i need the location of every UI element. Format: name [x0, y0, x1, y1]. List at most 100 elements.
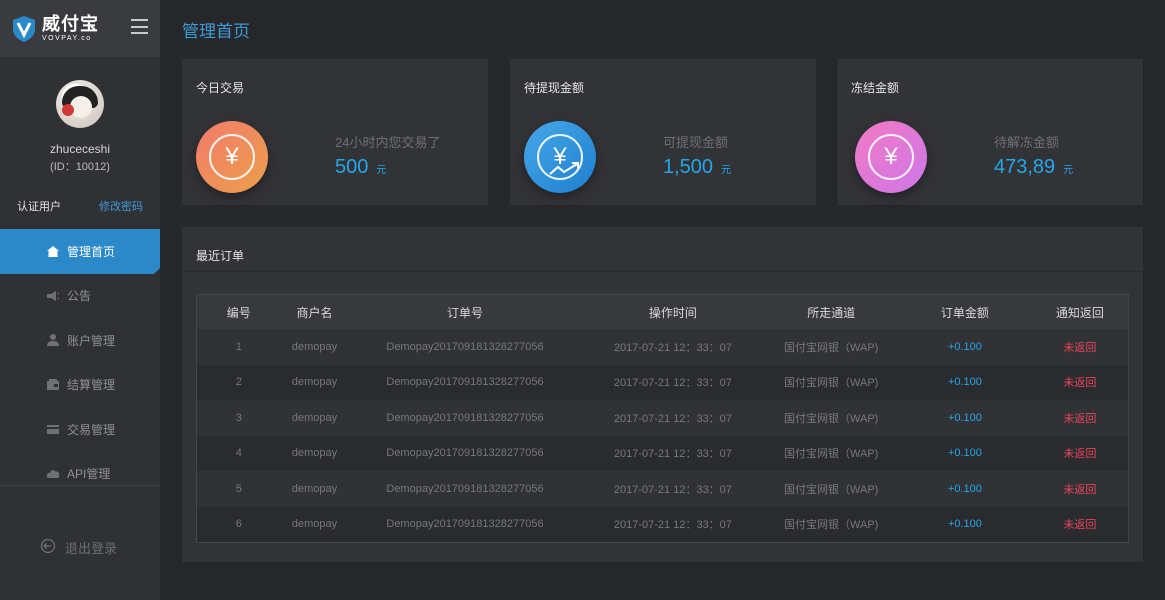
yen-icon: ¥ — [196, 121, 268, 193]
cell-time: 2017-07-21 12：33：07 — [581, 435, 765, 471]
frozen-amount-card: 冻结金额 ¥ 待解冻金额 473,89 元 — [837, 59, 1143, 205]
table-row[interactable]: 5 demopay Demopay201709181328277056 2017… — [197, 471, 1128, 507]
recent-orders-panel: 最近订单 编号 商户名 订单号 操作时间 所走通道 订单金额 通知返回 1 de… — [182, 227, 1143, 562]
card-title: 冻结金额 — [851, 81, 900, 95]
cell-order-id: Demopay201709181328277056 — [348, 364, 582, 400]
col-header: 订单号 — [348, 295, 582, 329]
cell-channel: 国付宝网银（WAP) — [764, 364, 899, 400]
col-header: 操作时间 — [581, 295, 765, 329]
card-amount: 500 — [335, 156, 369, 178]
cell-time: 2017-07-21 12：33：07 — [581, 364, 765, 400]
today-transactions-card: 今日交易 ¥ 24小时内您交易了 500 元 — [182, 59, 488, 205]
orders-table: 编号 商户名 订单号 操作时间 所走通道 订单金额 通知返回 1 demopay… — [196, 294, 1129, 543]
sidebar-item-label: 交易管理 — [67, 422, 116, 437]
cell-amount: +0.100 — [898, 400, 1032, 436]
user-id: (ID：10012) — [50, 161, 110, 173]
cell-merchant: demopay — [280, 435, 349, 471]
megaphone-icon — [46, 289, 60, 303]
sidebar-divider — [0, 485, 160, 486]
sidebar-nav: 管理首页 公告 账户管理 结算管理 交易管理 API管理 — [0, 229, 160, 496]
page-title: 管理首页 — [182, 22, 250, 41]
sidebar-item-home[interactable]: 管理首页 — [0, 229, 160, 274]
table-row[interactable]: 3 demopay Demopay201709181328277056 2017… — [197, 400, 1128, 436]
table-row[interactable]: 2 demopay Demopay201709181328277056 2017… — [197, 364, 1128, 400]
col-header: 订单金额 — [898, 295, 1032, 329]
cell-order-id: Demopay201709181328277056 — [348, 471, 582, 507]
card-unit: 元 — [1063, 165, 1074, 176]
cell-no: 4 — [197, 435, 281, 471]
table-header-row: 编号 商户名 订单号 操作时间 所走通道 订单金额 通知返回 — [197, 295, 1128, 329]
card-title: 待提现金额 — [524, 81, 585, 95]
menu-toggle-icon[interactable] — [131, 19, 148, 34]
cell-no: 5 — [197, 471, 281, 507]
cell-merchant: demopay — [280, 400, 349, 436]
cell-amount: +0.100 — [898, 329, 1032, 365]
shield-logo-icon — [13, 15, 35, 42]
cell-channel: 国付宝网银（WAP) — [764, 506, 899, 542]
cell-channel: 国付宝网银（WAP) — [764, 400, 899, 436]
card-value: 473,89 元 — [994, 156, 1073, 179]
cell-channel: 国付宝网银（WAP) — [764, 435, 899, 471]
cell-time: 2017-07-21 12：33：07 — [581, 329, 765, 365]
logout-label: 退出登录 — [65, 541, 118, 556]
col-header: 所走通道 — [764, 295, 899, 329]
cell-merchant: demopay — [280, 506, 349, 542]
logo-bar: 威付宝 VOVPAY.co — [0, 0, 160, 57]
sidebar-item-settlement[interactable]: 结算管理 — [0, 363, 160, 408]
cell-order-id: Demopay201709181328277056 — [348, 329, 582, 365]
cell-notify-status: 未返回 — [1031, 506, 1128, 542]
cell-amount: +0.100 — [898, 435, 1032, 471]
profile: zhuceceshi (ID：10012) — [0, 57, 160, 174]
card-value: 500 元 — [335, 156, 386, 179]
card-subtitle: 24小时内您交易了 — [335, 135, 441, 150]
cell-no: 6 — [197, 506, 281, 542]
logo-text: 威付宝 VOVPAY.co — [42, 15, 99, 42]
cell-notify-status: 未返回 — [1031, 471, 1128, 507]
cell-merchant: demopay — [280, 471, 349, 507]
brand-name: 威付宝 — [42, 14, 99, 34]
sidebar-item-label: 公告 — [67, 289, 92, 304]
table-row[interactable]: 1 demopay Demopay201709181328277056 2017… — [197, 329, 1128, 365]
cell-merchant: demopay — [280, 329, 349, 365]
table-row[interactable]: 4 demopay Demopay201709181328277056 2017… — [197, 435, 1128, 471]
cell-time: 2017-07-21 12：33：07 — [581, 506, 765, 542]
cell-amount: +0.100 — [898, 471, 1032, 507]
sidebar-item-announcements[interactable]: 公告 — [0, 274, 160, 319]
cell-time: 2017-07-21 12：33：07 — [581, 400, 765, 436]
cell-channel: 国付宝网银（WAP) — [764, 471, 899, 507]
card-icon — [46, 422, 60, 436]
card-value: 1,500 元 — [663, 156, 731, 179]
brand-sub: VOVPAY.co — [42, 35, 92, 42]
cell-notify-status: 未返回 — [1031, 435, 1128, 471]
cell-merchant: demopay — [280, 364, 349, 400]
sidebar-item-label: 结算管理 — [67, 378, 116, 393]
card-unit: 元 — [721, 165, 732, 176]
cloud-icon — [46, 467, 60, 481]
col-header: 商户名 — [280, 295, 349, 329]
wallet-icon — [46, 378, 60, 392]
col-header: 通知返回 — [1031, 295, 1128, 329]
cell-no: 2 — [197, 364, 281, 400]
avatar[interactable] — [56, 80, 104, 128]
card-unit: 元 — [376, 165, 387, 176]
sidebar-item-api[interactable]: API管理 — [0, 452, 160, 497]
user-icon — [46, 333, 60, 347]
cell-notify-status: 未返回 — [1031, 364, 1128, 400]
home-icon — [46, 244, 60, 258]
cell-amount: +0.100 — [898, 364, 1032, 400]
sidebar-item-label: API管理 — [67, 467, 111, 482]
pending-withdrawal-card: 待提现金额 ¥ 可提现金额 1,500 元 — [510, 59, 816, 205]
sidebar-item-account[interactable]: 账户管理 — [0, 318, 160, 363]
change-password-link[interactable]: 修改密码 — [99, 198, 143, 214]
sidebar-item-transactions[interactable]: 交易管理 — [0, 407, 160, 452]
logout-icon — [40, 538, 56, 557]
cell-no: 1 — [197, 329, 281, 365]
card-subtitle: 待解冻金额 — [994, 135, 1060, 150]
recent-orders-title: 最近订单 — [182, 227, 1143, 272]
username: zhuceceshi — [49, 142, 111, 156]
logout-button[interactable]: 退出登录 — [40, 538, 117, 557]
card-title: 今日交易 — [196, 81, 245, 95]
yen-lock-icon: ¥ — [855, 121, 927, 193]
sidebar-item-label: 账户管理 — [67, 333, 116, 348]
table-row[interactable]: 6 demopay Demopay201709181328277056 2017… — [197, 506, 1128, 542]
